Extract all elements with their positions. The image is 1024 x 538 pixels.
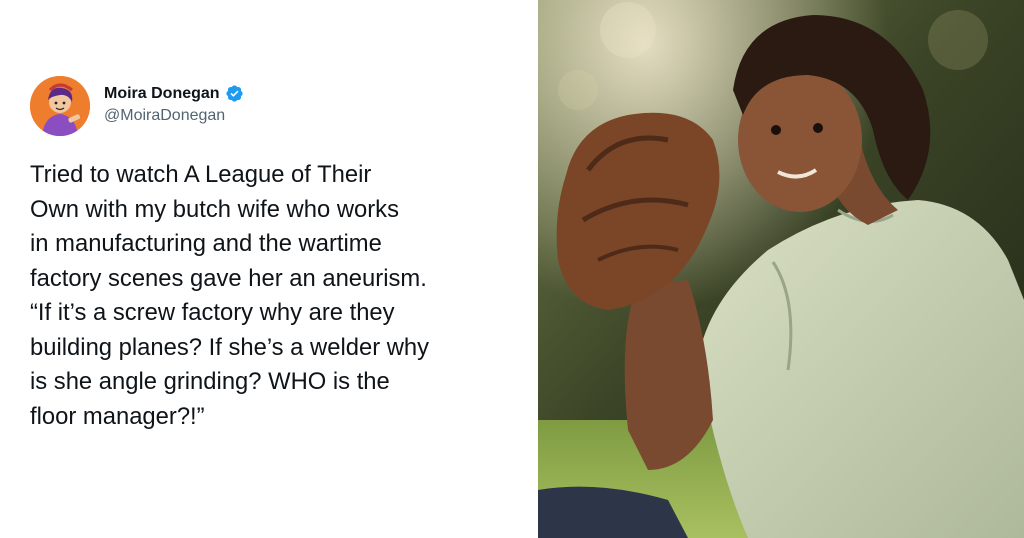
tweet-text-line: “If it’s a screw factory why are they [30, 299, 395, 326]
tweet-card: Moira Donegan @MoiraDonegan Tried to wat… [0, 0, 538, 538]
tweet-text-line: is she angle grinding? WHO is the [30, 368, 390, 395]
avatar[interactable] [30, 76, 90, 136]
author-handle[interactable]: @MoiraDonegan [104, 107, 244, 125]
tweet-text: Tried to watch A League of Their Own wit… [30, 158, 530, 434]
author-name-row: Moira Donegan [104, 84, 244, 103]
tweet-text-line: building planes? If she’s a welder why [30, 333, 430, 361]
avatar-illustration [30, 76, 90, 136]
movie-still-photo [538, 0, 1024, 538]
tweet-text-line: Tried to watch A League of Their [30, 161, 372, 188]
movie-still-illustration [538, 0, 1024, 538]
tweet-text-line: Own with my butch wife who works [30, 195, 399, 223]
author-block: Moira Donegan @MoiraDonegan [104, 84, 244, 125]
tweet-text-line: factory scenes gave her an aneurism. [30, 264, 427, 292]
author-name[interactable]: Moira Donegan [104, 85, 220, 103]
tweet-text-line: floor manager?!” [30, 402, 205, 430]
verified-badge-icon [225, 85, 243, 102]
tweet-text-line: in manufacturing and the wartime [30, 230, 382, 257]
